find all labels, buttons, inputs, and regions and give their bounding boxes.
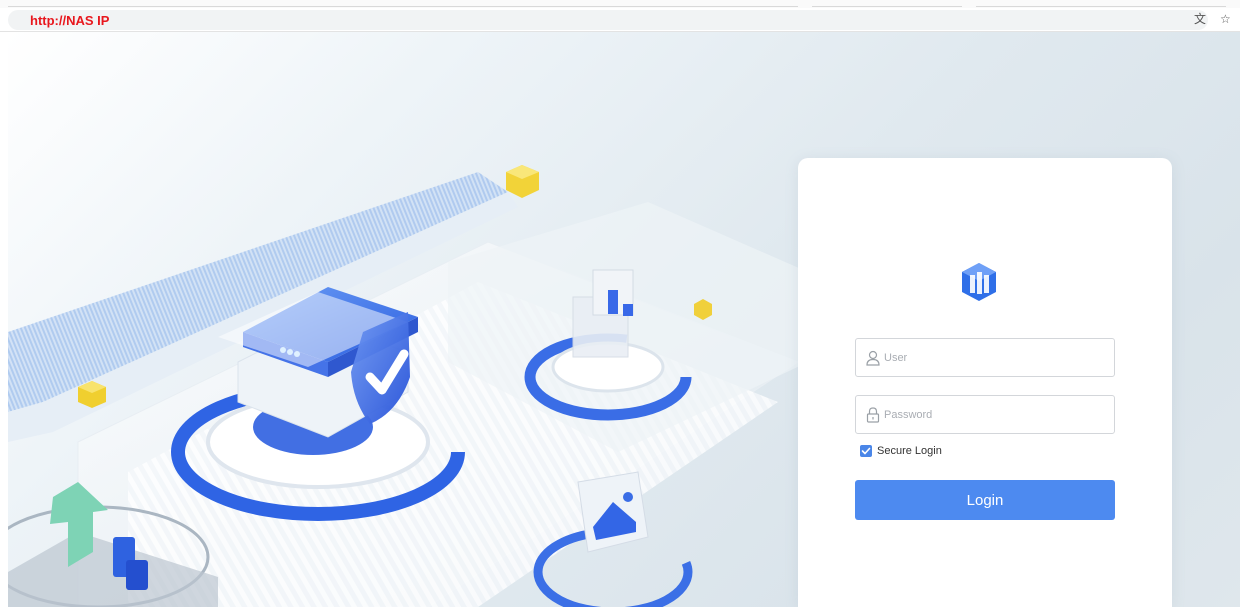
lock-icon (866, 407, 880, 423)
address-bar: http://NAS IP 文 ☆ (0, 8, 1240, 32)
login-button[interactable]: Login (855, 480, 1115, 520)
secure-login-label[interactable]: Secure Login (877, 445, 942, 457)
star-icon[interactable]: ☆ (1220, 12, 1231, 26)
url-text[interactable]: http://NAS IP (30, 13, 109, 28)
user-icon (866, 350, 880, 366)
tab-divider (976, 6, 1226, 7)
tab-divider (8, 6, 798, 7)
password-field[interactable] (855, 395, 1115, 434)
window-top-strip (0, 0, 1240, 8)
user-field[interactable] (855, 338, 1115, 377)
url-field[interactable]: http://NAS IP (8, 10, 1208, 30)
check-icon (861, 447, 871, 455)
nas-logo-icon (962, 263, 996, 301)
secure-login-row: Secure Login (860, 444, 942, 458)
password-input[interactable] (884, 396, 1104, 433)
tab-divider (812, 6, 962, 7)
translate-icon[interactable]: 文 (1194, 12, 1206, 26)
login-card: Secure Login Login (798, 158, 1172, 607)
secure-login-checkbox[interactable] (860, 445, 872, 457)
user-input[interactable] (884, 339, 1104, 376)
